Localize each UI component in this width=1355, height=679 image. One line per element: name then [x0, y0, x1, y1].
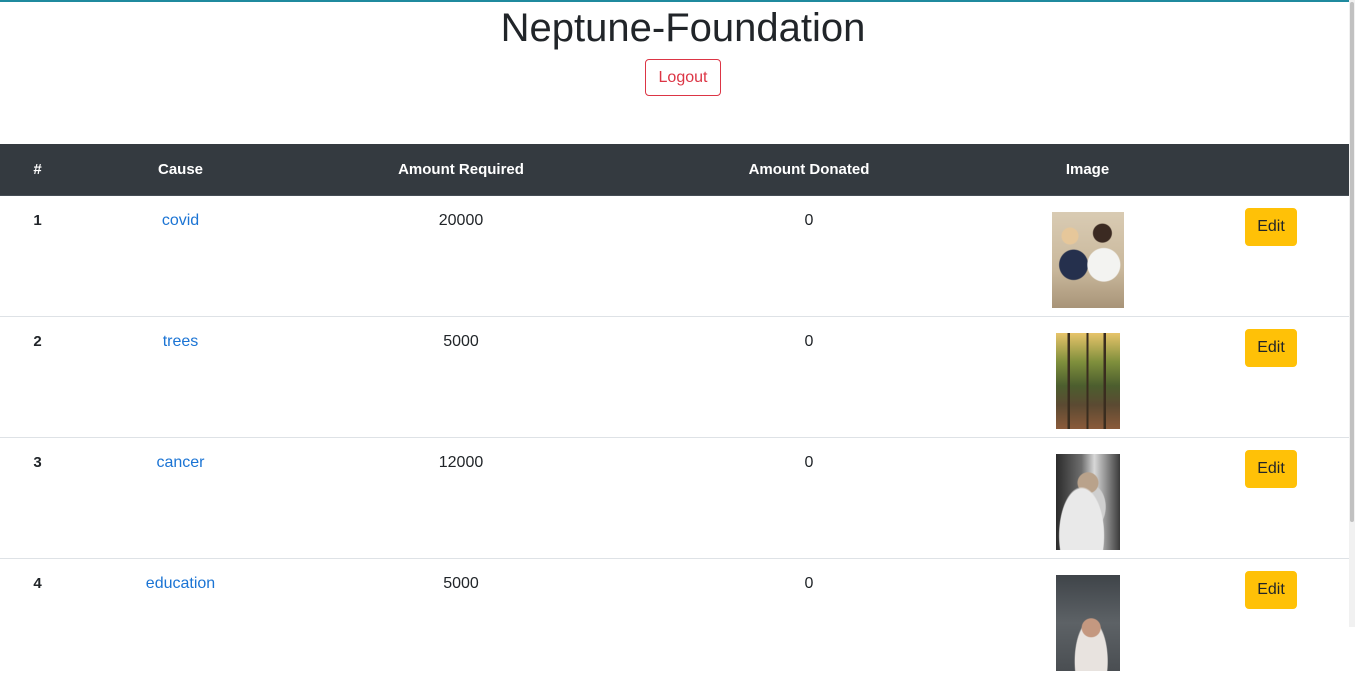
- education-photo: [1055, 574, 1120, 671]
- amount-donated: 0: [804, 453, 814, 471]
- cause-link-education[interactable]: education: [146, 575, 215, 592]
- column-header-image: Image: [982, 144, 1193, 196]
- column-header-number: #: [0, 144, 75, 196]
- cancer-photo: [1055, 453, 1120, 550]
- trees-photo: [1055, 332, 1120, 429]
- column-header-amount-required: Amount Required: [286, 144, 636, 196]
- edit-button[interactable]: Edit: [1245, 207, 1297, 246]
- cause-link-cancer[interactable]: cancer: [156, 454, 204, 471]
- amount-required: 20000: [438, 211, 484, 229]
- amount-required: 12000: [438, 453, 484, 471]
- table-row: 1 covid 20000 0 Edit: [0, 195, 1349, 316]
- page-title: Neptune-Foundation: [500, 6, 866, 50]
- amount-donated: 0: [804, 211, 814, 229]
- cause-link-covid[interactable]: covid: [162, 212, 199, 229]
- edit-button[interactable]: Edit: [1245, 570, 1297, 609]
- vertical-scrollbar[interactable]: [1349, 0, 1355, 627]
- column-header-amount-donated: Amount Donated: [636, 144, 982, 196]
- amount-required: 5000: [443, 332, 479, 350]
- table-row: 4 education 5000 0 Edit: [0, 558, 1349, 679]
- row-number: 4: [33, 574, 42, 592]
- causes-table: # Cause Amount Required Amount Donated I…: [0, 144, 1349, 679]
- amount-required: 5000: [443, 574, 479, 592]
- cause-link-trees[interactable]: trees: [163, 333, 199, 350]
- page: Neptune-Foundation Logout # Cause Amount…: [0, 0, 1349, 671]
- table-row: 2 trees 5000 0 Edit: [0, 316, 1349, 437]
- amount-donated: 0: [804, 332, 814, 350]
- amount-donated: 0: [804, 574, 814, 592]
- edit-button[interactable]: Edit: [1245, 449, 1297, 488]
- column-header-actions: [1193, 144, 1349, 196]
- row-number: 1: [33, 211, 42, 229]
- covid-photo: [1051, 211, 1124, 308]
- row-number: 3: [33, 453, 42, 471]
- column-header-cause: Cause: [75, 144, 286, 196]
- table-row: 3 cancer 12000 0 Edit: [0, 437, 1349, 558]
- scrollbar-thumb[interactable]: [1350, 2, 1354, 522]
- row-number: 2: [33, 332, 42, 350]
- logout-button[interactable]: Logout: [645, 59, 721, 96]
- edit-button[interactable]: Edit: [1245, 328, 1297, 367]
- table-header-row: # Cause Amount Required Amount Donated I…: [0, 144, 1349, 196]
